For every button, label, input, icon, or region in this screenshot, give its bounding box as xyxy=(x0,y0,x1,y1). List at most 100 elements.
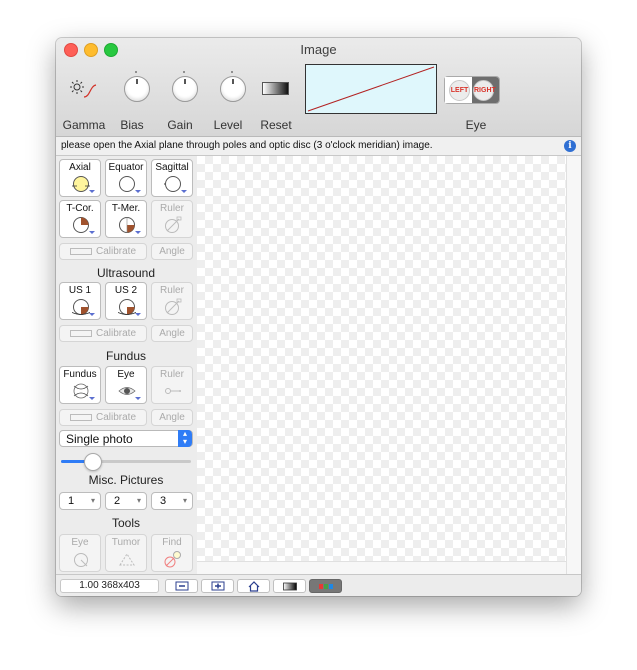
instruction-text: please open the Axial plane through pole… xyxy=(61,140,433,151)
axial-caret xyxy=(89,190,95,193)
ruler-strip-icon xyxy=(69,247,92,255)
gradient-icon xyxy=(262,82,289,95)
fundus-ruler-icon xyxy=(164,382,182,400)
zoom-out-button[interactable] xyxy=(165,579,198,593)
us1-button[interactable]: US 1 xyxy=(59,282,101,320)
fundus-label: Fundus xyxy=(63,369,97,380)
calibrate-button[interactable]: Calibrate xyxy=(59,243,147,260)
curve-line xyxy=(307,66,435,112)
ruler-icon xyxy=(164,216,182,234)
tool-eye-icon xyxy=(72,550,90,568)
fundus-button[interactable]: Fundus xyxy=(59,366,101,404)
zoom-in-button[interactable] xyxy=(201,579,234,593)
ultrasound-title: Ultrasound xyxy=(96,266,156,280)
t-cor-eye-icon xyxy=(72,216,90,234)
axial-view-button[interactable]: Axial xyxy=(59,159,101,197)
color-channels-button[interactable] xyxy=(309,579,342,593)
tool-find-label: Find xyxy=(162,537,182,548)
eye-photo-button[interactable]: Eye xyxy=(105,366,147,404)
ruler-view-button[interactable]: Ruler xyxy=(151,200,193,238)
misc-pictures-title: Misc. Pictures xyxy=(88,473,164,487)
gradient-icon xyxy=(283,582,297,591)
us-ruler-button[interactable]: Ruler xyxy=(151,282,193,320)
chevron-down-icon: ▾ xyxy=(136,496,141,505)
t-mer-label: T-Mer. xyxy=(111,203,141,214)
fundus-icon xyxy=(72,382,90,400)
sagittal-view-button[interactable]: Sagittal xyxy=(151,159,193,197)
sagittal-label: Sagittal xyxy=(155,162,189,173)
horizontal-scrollbar[interactable] xyxy=(197,561,566,575)
fundus-caret xyxy=(89,397,95,400)
us-angle-button[interactable]: Angle xyxy=(151,325,193,342)
gamma-control[interactable] xyxy=(68,78,100,100)
eye-right-option[interactable]: RIGHT xyxy=(472,77,499,103)
photo-slider-thumb[interactable] xyxy=(84,453,103,471)
gain-knob[interactable] xyxy=(172,76,198,102)
image-window: Image Gamma Bias Gain Level Reset LEFT R… xyxy=(56,38,581,596)
fundus-ruler-button[interactable]: Ruler xyxy=(151,366,193,404)
reset-label: Reset xyxy=(260,118,292,132)
photo-mode-select[interactable]: Single photo ▴ ▾ xyxy=(59,430,193,447)
us1-caret xyxy=(89,313,95,316)
eye-toggle[interactable]: LEFT RIGHT xyxy=(444,76,500,104)
us2-eye-icon xyxy=(116,298,138,316)
bottom-toolbar: 1.00 368x403 xyxy=(56,574,581,596)
bias-knob-mark xyxy=(135,71,137,73)
us1-eye-icon xyxy=(70,298,92,316)
tool-tumor-button[interactable]: Tumor xyxy=(105,534,147,572)
t-mer-eye-icon xyxy=(118,216,136,234)
eye-photo-icon xyxy=(118,382,136,400)
reset-button[interactable] xyxy=(262,82,289,95)
us-calibrate-button[interactable]: Calibrate xyxy=(59,325,147,342)
zoom-in-icon xyxy=(211,581,225,591)
t-cor-view-button[interactable]: T-Cor. xyxy=(59,200,101,238)
home-button[interactable] xyxy=(237,579,270,593)
tool-eye-label: Eye xyxy=(71,537,89,548)
sagittal-caret xyxy=(181,190,187,193)
tool-find-button[interactable]: Find xyxy=(151,534,193,572)
bias-knob[interactable] xyxy=(124,76,150,102)
misc-picture-1[interactable]: 1 ▾ xyxy=(59,492,101,510)
angle-button[interactable]: Angle xyxy=(151,243,193,260)
us-ruler-label: Ruler xyxy=(160,285,184,296)
fundus-angle-button[interactable]: Angle xyxy=(151,409,193,426)
us2-button[interactable]: US 2 xyxy=(105,282,147,320)
chevron-down-icon: ▾ xyxy=(182,496,187,505)
ruler-strip-icon xyxy=(69,329,92,337)
window-title: Image xyxy=(300,42,337,57)
chevron-updown-icon: ▴ ▾ xyxy=(178,430,192,447)
zoom-size-field: 1.00 368x403 xyxy=(60,579,159,593)
misc-picture-3[interactable]: 3 ▾ xyxy=(151,492,193,510)
tool-eye-button[interactable]: Eye xyxy=(59,534,101,572)
fundus-title: Fundus xyxy=(105,349,147,363)
gradient-toggle-button[interactable] xyxy=(273,579,306,593)
vertical-scrollbar[interactable] xyxy=(566,156,581,574)
gain-knob-mark xyxy=(183,71,185,73)
us-angle-label: Angle xyxy=(159,328,185,339)
chevron-down-icon: ▾ xyxy=(90,496,95,505)
image-canvas[interactable] xyxy=(197,156,566,561)
eye-left-option[interactable]: LEFT xyxy=(445,77,472,103)
sagittal-eye-icon xyxy=(163,175,182,193)
misc-picture-2[interactable]: 2 ▾ xyxy=(105,492,147,510)
right-eye-icon: RIGHT xyxy=(473,80,496,101)
t-cor-label: T-Cor. xyxy=(66,203,94,214)
home-icon xyxy=(248,581,260,592)
curve-preview xyxy=(305,64,437,114)
axial-label: Axial xyxy=(69,162,91,173)
tumor-icon xyxy=(118,550,136,568)
info-icon[interactable]: i xyxy=(564,140,576,152)
misc-picture-3-value: 3 xyxy=(160,495,167,507)
us2-label: US 2 xyxy=(114,285,138,296)
rgb-icon xyxy=(319,584,333,589)
level-knob[interactable] xyxy=(220,76,246,102)
t-mer-caret xyxy=(135,231,141,234)
misc-picture-1-value: 1 xyxy=(68,495,75,507)
info-bar: please open the Axial plane through pole… xyxy=(56,137,581,156)
misc-picture-2-value: 2 xyxy=(114,495,121,507)
equator-label: Equator xyxy=(108,162,144,173)
equator-view-button[interactable]: Equator xyxy=(105,159,147,197)
t-mer-view-button[interactable]: T-Mer. xyxy=(105,200,147,238)
fundus-calibrate-button[interactable]: Calibrate xyxy=(59,409,147,426)
ruler-label: Ruler xyxy=(160,203,184,214)
